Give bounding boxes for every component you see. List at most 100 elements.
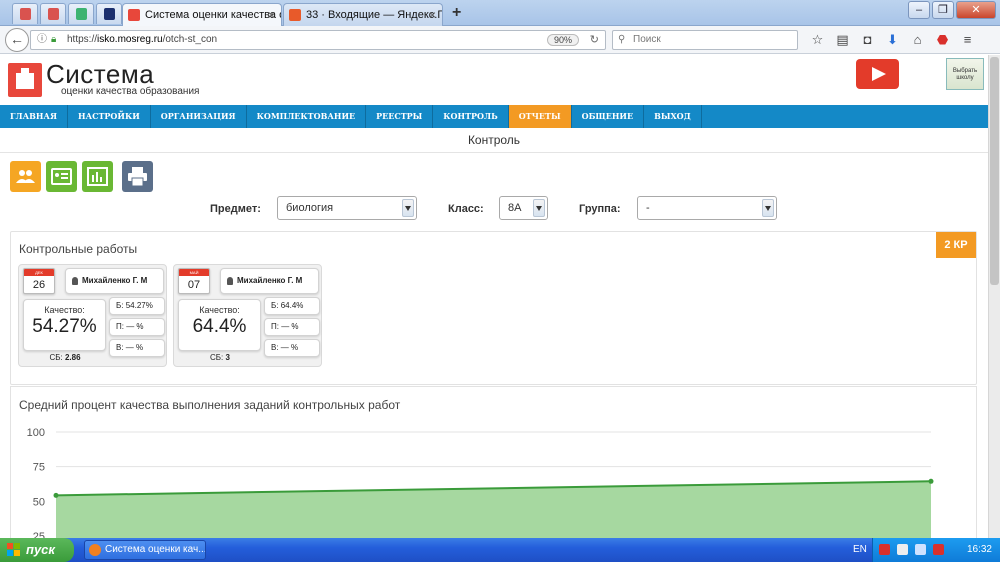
series-area xyxy=(56,481,931,538)
menu-item-1[interactable]: Настройки xyxy=(68,105,151,128)
pinned-tab-3[interactable] xyxy=(68,3,94,24)
calendar-icon: ДЕК 26 xyxy=(23,268,55,294)
menu-item-4[interactable]: Реестры xyxy=(366,105,434,128)
firefox-icon xyxy=(89,544,101,556)
check-icon xyxy=(76,8,87,20)
tab-close-icon[interactable]: × xyxy=(268,8,275,22)
back-button[interactable]: ← xyxy=(5,28,29,52)
tab-active[interactable]: Система оценки качества о... × xyxy=(122,3,282,27)
print-button[interactable] xyxy=(122,161,153,192)
info-icon[interactable]: ⓘ xyxy=(37,31,47,49)
quality-label: Качество: xyxy=(44,305,85,315)
home-icon[interactable]: ⌂ xyxy=(905,30,930,50)
stat-high: В: — % xyxy=(264,339,320,357)
menu-item-6[interactable]: Отчеты xyxy=(508,105,572,128)
teacher-badge[interactable]: Михайленко Г. М xyxy=(65,268,164,294)
download-icon[interactable]: ⬇ xyxy=(880,30,905,50)
class-label: Класс: xyxy=(448,203,484,215)
pocket-icon[interactable]: ◘ xyxy=(855,30,880,50)
search-placeholder: Поиск xyxy=(633,34,661,45)
chevron-down-icon xyxy=(402,199,414,217)
teacher-name: Михайленко Г. М xyxy=(82,276,148,285)
pinned-tab-2[interactable] xyxy=(40,3,66,24)
menu-item-8[interactable]: Выход xyxy=(644,105,702,128)
start-button[interactable]: пуск xyxy=(0,538,74,562)
pinned-tab-4[interactable] xyxy=(96,3,122,24)
help-icon[interactable] xyxy=(879,544,890,555)
card-day: 07 xyxy=(187,279,201,291)
pinned-tab-icon xyxy=(48,8,59,20)
volume-icon[interactable] xyxy=(897,544,908,555)
class-select[interactable]: 8А xyxy=(499,196,548,220)
bookmark-star-icon[interactable]: ☆ xyxy=(805,30,830,50)
tab-mail[interactable]: 33 · Входящие — Яндекс.П... × xyxy=(283,3,443,26)
menu-item-5[interactable]: Контроль xyxy=(433,105,509,128)
y-tick-label: 75 xyxy=(33,462,45,474)
scrollbar-thumb[interactable] xyxy=(990,57,999,285)
quality-value: 64.4% xyxy=(192,316,247,337)
group-select[interactable]: - xyxy=(637,196,777,220)
pinned-tab-1[interactable] xyxy=(12,3,38,24)
people-report-button[interactable] xyxy=(10,161,41,192)
subject-value: биология xyxy=(286,202,334,214)
reload-icon[interactable]: ↻ xyxy=(590,31,599,49)
menu-item-7[interactable]: Общение xyxy=(572,105,645,128)
quality-chart-panel: Средний процент качества выполнения зада… xyxy=(10,386,977,538)
tab-title: Система оценки качества о... xyxy=(145,9,282,21)
group-value: - xyxy=(646,202,650,214)
start-label: пуск xyxy=(26,542,55,557)
security-icon[interactable] xyxy=(933,544,944,555)
network-icon[interactable] xyxy=(915,544,926,555)
taskbar-item-firefox[interactable]: Система оценки кач... xyxy=(84,540,206,560)
menu-item-2[interactable]: Организация xyxy=(151,105,247,128)
reading-list-icon[interactable]: ▤ xyxy=(830,30,855,50)
works-count-badge: 2 КР xyxy=(936,232,976,258)
windows-logo-icon xyxy=(7,543,20,556)
url-host: isko.mosreg.ru xyxy=(97,34,163,45)
data-point[interactable] xyxy=(928,478,934,484)
control-work-card[interactable]: МАЙ 07 Михайленко Г. М Качество: 64.4% Б: 64.… xyxy=(173,264,322,367)
stat-high: В: — % xyxy=(109,339,165,357)
data-point[interactable] xyxy=(53,492,59,498)
chevron-down-icon xyxy=(762,199,774,217)
subject-select[interactable]: биология xyxy=(277,196,417,220)
panel-title: Контрольные работы xyxy=(19,242,138,256)
tab-close-icon[interactable]: × xyxy=(429,8,436,22)
average-score: СБ: 2.86 xyxy=(19,353,111,362)
browser-tab-strip: Система оценки качества о... × 33 · Вход… xyxy=(0,0,1000,27)
search-box[interactable]: ⚲ Поиск xyxy=(612,30,798,50)
y-tick-label: 50 xyxy=(33,496,45,508)
chart-report-button[interactable] xyxy=(82,161,113,192)
average-score-label: СБ: xyxy=(49,353,63,362)
windows-taskbar: пуск Система оценки кач... EN 16:32 xyxy=(0,538,1000,562)
menu-item-0[interactable]: Главная xyxy=(0,105,69,128)
student-card-button[interactable] xyxy=(46,161,77,192)
address-bar[interactable]: ⓘ 🔒︎ https://isko.mosreg.ru/otch-st_con … xyxy=(30,30,606,50)
quality-area-chart: 100 75 50 25 xyxy=(27,427,934,538)
select-school-button[interactable]: Выбрать школу xyxy=(946,58,984,90)
stat-basic: Б: 64.4% xyxy=(264,297,320,315)
menu-item-3[interactable]: Комплектование xyxy=(247,105,367,128)
quality-box: Качество: 64.4% xyxy=(178,299,261,351)
menu-hamburger-icon[interactable]: ≡ xyxy=(955,30,980,50)
logo-subtitle: оценки качества образования xyxy=(61,86,200,97)
video-play-button[interactable] xyxy=(856,59,899,89)
chart-title: Средний процент качества выполнения зада… xyxy=(19,398,401,412)
close-window-button[interactable]: ✕ xyxy=(956,1,996,19)
average-score-label: СБ: xyxy=(210,353,224,362)
quality-label: Качество: xyxy=(199,305,240,315)
vertical-scrollbar[interactable] xyxy=(988,55,1000,538)
teacher-badge[interactable]: Михайленко Г. М xyxy=(220,268,319,294)
adblock-icon[interactable]: ⬣ xyxy=(930,30,955,50)
zoom-indicator[interactable]: 90% xyxy=(546,34,579,46)
control-work-card[interactable]: ДЕК 26 Михайленко Г. М Качество: 54.27% Б: 54… xyxy=(18,264,167,367)
language-indicator[interactable]: EN xyxy=(853,538,867,562)
restore-button[interactable]: ❐ xyxy=(932,1,954,19)
new-tab-button[interactable]: + xyxy=(452,4,461,22)
logo-icon[interactable] xyxy=(8,63,42,97)
minimize-button[interactable]: ‒ xyxy=(908,1,930,19)
clock: 16:32 xyxy=(966,544,992,555)
url-prefix: https:// xyxy=(67,34,98,45)
url-path: /otch-st_con xyxy=(162,34,218,45)
window-controls: ‒ ❐ ✕ xyxy=(906,1,996,19)
